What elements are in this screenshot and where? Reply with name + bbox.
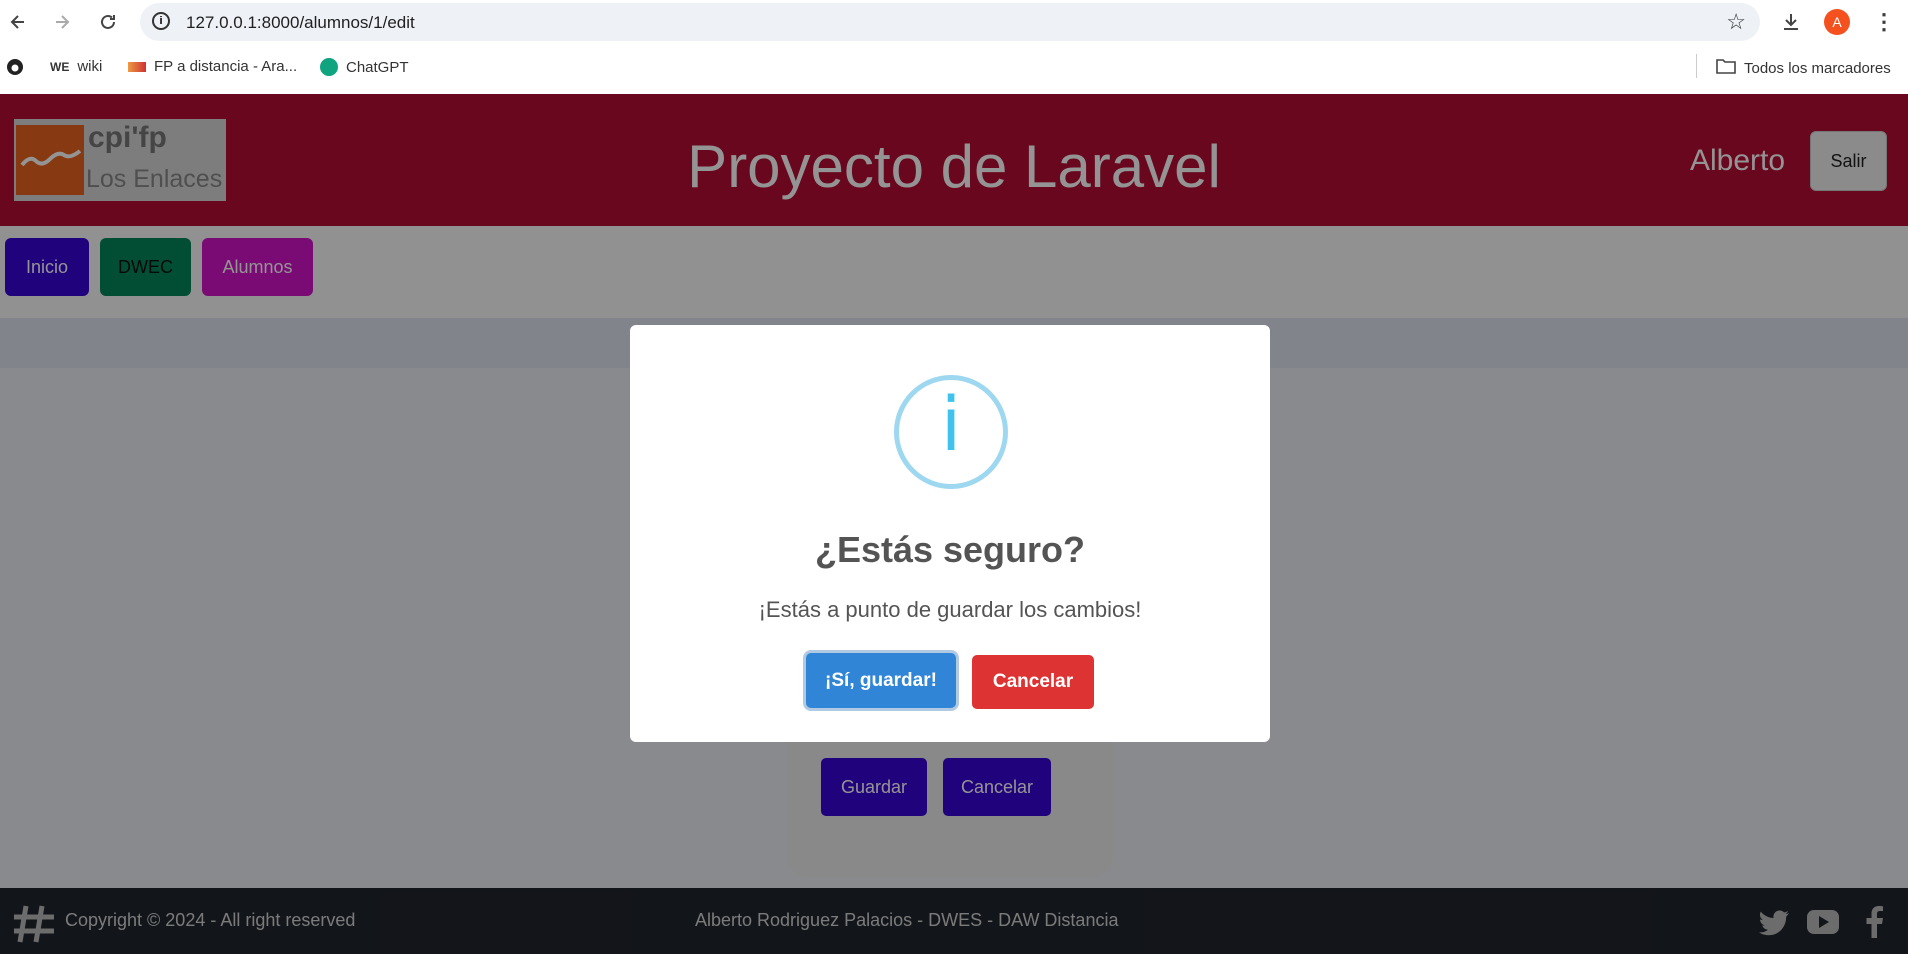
bookmark-fp[interactable]: FP a distancia - Ara...	[128, 58, 297, 75]
github-icon[interactable]	[6, 58, 24, 76]
reload-icon[interactable]	[94, 8, 122, 36]
folder-icon	[1716, 58, 1736, 78]
bookmark-label: ChatGPT	[346, 58, 409, 76]
bookmarks-bar: WE wiki FP a distancia - Ara... ChatGPT …	[0, 44, 1908, 94]
info-glyph: i	[940, 382, 962, 468]
fp-icon	[128, 61, 146, 72]
forward-icon[interactable]	[48, 8, 76, 36]
bookmark-label: wiki	[77, 58, 103, 75]
download-icon[interactable]	[1777, 8, 1805, 36]
back-icon[interactable]	[4, 8, 32, 36]
address-bar[interactable]: i 127.0.0.1:8000/alumnos/1/edit ☆	[140, 3, 1760, 41]
profile-avatar[interactable]: A	[1824, 9, 1850, 35]
chatgpt-icon	[320, 58, 338, 76]
confirm-dialog: i ¿Estás seguro? ¡Estás a punto de guard…	[630, 325, 1270, 742]
dialog-message: ¡Estás a punto de guardar los cambios!	[758, 597, 1142, 622]
url-text: 127.0.0.1:8000/alumnos/1/edit	[186, 13, 415, 32]
all-bookmarks[interactable]: Todos los marcadores	[1716, 58, 1891, 78]
all-bookmarks-label: Todos los marcadores	[1744, 59, 1891, 77]
dialog-cancel-button[interactable]: Cancelar	[972, 655, 1094, 709]
star-icon[interactable]: ☆	[1726, 11, 1746, 33]
bookmark-chatgpt[interactable]: ChatGPT	[320, 58, 409, 76]
site-info-icon[interactable]: i	[152, 12, 170, 30]
browser-toolbar: i 127.0.0.1:8000/alumnos/1/edit ☆ A ⋮	[0, 0, 1908, 44]
bookmark-label: FP a distancia - Ara...	[154, 58, 298, 75]
bookmarks-divider	[1696, 54, 1697, 78]
info-icon: i	[894, 375, 1008, 489]
menu-icon[interactable]: ⋮	[1870, 8, 1898, 36]
we-icon: WE	[50, 59, 70, 74]
dialog-title: ¿Estás seguro?	[814, 529, 1086, 570]
confirm-save-button[interactable]: ¡Sí, guardar!	[806, 653, 956, 708]
bookmark-wiki[interactable]: WE wiki	[50, 58, 102, 75]
